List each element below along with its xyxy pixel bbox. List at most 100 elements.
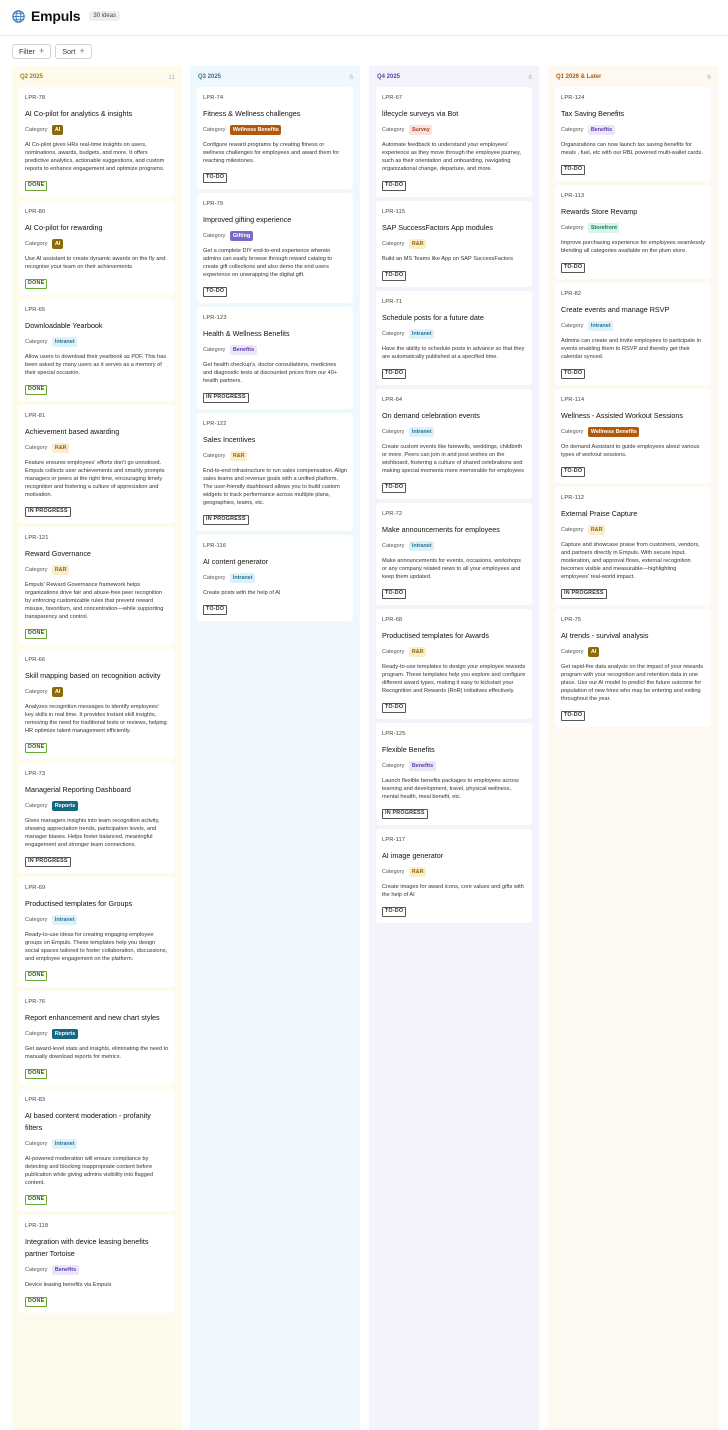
idea-card[interactable]: LPR-122 Sales Incentives Category R&R End-to…	[197, 413, 353, 531]
column-count: 11	[168, 73, 175, 81]
idea-card[interactable]: LPR-76 Report enhancement and new chart s…	[19, 991, 175, 1085]
card-description: Create custom events like farewells, wed…	[382, 444, 525, 474]
category-row: Category Intranet	[25, 915, 169, 925]
card-title: Report enhancement and new chart styles	[25, 1013, 160, 1022]
category-label: Category	[561, 429, 584, 435]
card-title: Fitness & Wellness challenges	[203, 109, 301, 118]
idea-card[interactable]: LPR-80 AI Co-pilot for rewarding Category A…	[19, 201, 175, 295]
board-column: Q3 2025 5 LPR-74 Fitness & Wellness challen…	[190, 66, 360, 1430]
idea-card[interactable]: LPR-79 Improved gifting experience Categor…	[197, 193, 353, 303]
idea-card[interactable]: LPR-81 Achievement based awarding Category…	[19, 405, 175, 523]
status-badge: TO-DO	[382, 270, 407, 281]
card-title: Rewards Store Revamp	[561, 207, 638, 216]
card-id: LPR-125	[382, 731, 406, 737]
idea-card[interactable]: LPR-66 Skill mapping based on recognition…	[19, 649, 175, 759]
idea-card[interactable]: LPR-115 SAP SuccessFactors App modules Cat…	[376, 201, 532, 287]
card-id: LPR-83	[25, 1097, 46, 1103]
column-count: 8	[528, 73, 532, 81]
idea-card[interactable]: LPR-114 Wellness - Assisted Workout Sessi…	[555, 389, 711, 483]
idea-card[interactable]: LPR-72 Make announcements for employees Ca…	[376, 503, 532, 605]
idea-card[interactable]: LPR-116 AI content generator Category Intra…	[197, 535, 353, 621]
idea-card[interactable]: LPR-67 lifecycle surveys via Bot Category S…	[376, 87, 532, 197]
card-title: External Praise Capture	[561, 509, 638, 518]
idea-card[interactable]: LPR-73 Managerial Reporting Dashboard Cate…	[19, 763, 175, 873]
category-row: Category Intranet	[25, 337, 169, 347]
category-label: Category	[382, 869, 405, 875]
idea-card[interactable]: LPR-112 External Praise Capture Category R&…	[555, 487, 711, 605]
app-header: Empuls 30 ideas	[12, 7, 121, 25]
card-id: LPR-117	[382, 837, 406, 843]
category-row: Category Intranet	[382, 329, 526, 339]
category-tag: Intranet	[52, 337, 78, 347]
card-title: AI Co-pilot for rewarding	[25, 223, 103, 232]
idea-card[interactable]: LPR-65 Downloadable Yearbook Category Intra…	[19, 299, 175, 401]
card-list: LPR-124 Tax Saving Benefits Category Benefi…	[555, 87, 711, 727]
card-description: AI-powered moderation will ensure compli…	[25, 1156, 154, 1186]
column-header[interactable]: Q4 2025 8	[369, 70, 539, 84]
idea-card[interactable]: LPR-75 AI trends - survival analysis Categ…	[555, 609, 711, 727]
status-badge: DONE	[25, 384, 48, 395]
category-label: Category	[25, 445, 48, 451]
idea-card[interactable]: LPR-69 Productised templates for Groups Ca…	[19, 877, 175, 987]
category-tag: Intranet	[588, 321, 614, 331]
category-row: Category Reports	[25, 1029, 169, 1039]
column-header[interactable]: Q3 2025 5	[190, 70, 360, 84]
category-label: Category	[382, 429, 405, 435]
category-label: Category	[203, 575, 226, 581]
column-count: 6	[707, 73, 711, 81]
card-title: lifecycle surveys via Bot	[382, 109, 459, 118]
status-badge: DONE	[25, 628, 48, 639]
idea-card[interactable]: LPR-125 Flexible Benefits Category Benefits…	[376, 723, 532, 825]
idea-card[interactable]: LPR-117 AI image generator Category R&R Crea…	[376, 829, 532, 923]
category-row: Category AI	[25, 239, 169, 249]
category-label: Category	[382, 241, 405, 247]
card-id: LPR-74	[203, 95, 224, 101]
card-id: LPR-80	[25, 209, 46, 215]
category-tag: Intranet	[52, 915, 78, 925]
card-id: LPR-78	[25, 95, 46, 101]
category-tag: R&R	[409, 647, 427, 657]
idea-card[interactable]: LPR-74 Fitness & Wellness challenges Categ…	[197, 87, 353, 189]
card-description: Configure reward programs by creating fi…	[203, 142, 340, 164]
category-row: Category Benefits	[561, 125, 705, 135]
card-description: Gives managers insights into team recogn…	[25, 818, 160, 848]
status-badge: TO-DO	[561, 262, 586, 273]
idea-card[interactable]: LPR-113 Rewards Store Revamp Category Store…	[555, 185, 711, 279]
status-badge: TO-DO	[382, 906, 407, 917]
card-title: Create events and manage RSVP	[561, 305, 670, 314]
category-label: Category	[382, 649, 405, 655]
column-header[interactable]: Q1 2026 & Later 6	[548, 70, 718, 84]
idea-card[interactable]: LPR-83 AI based content moderation - prof…	[19, 1089, 175, 1211]
card-id: LPR-64	[382, 397, 403, 403]
idea-card[interactable]: LPR-71 Schedule posts for a future date Ca…	[376, 291, 532, 385]
status-badge: IN PROGRESS	[25, 856, 71, 867]
idea-card[interactable]: LPR-118 Integration with device leasing b…	[19, 1215, 175, 1313]
status-badge: TO-DO	[382, 702, 407, 713]
globe-icon	[12, 9, 25, 23]
category-label: Category	[561, 127, 584, 133]
sort-button[interactable]: Sort +	[55, 44, 92, 59]
idea-card[interactable]: LPR-78 AI Co-pilot for analytics & insigh…	[19, 87, 175, 197]
status-badge: TO-DO	[561, 368, 586, 379]
filter-button[interactable]: Filter +	[12, 44, 52, 59]
card-list: LPR-67 lifecycle surveys via Bot Category S…	[376, 87, 532, 923]
idea-card[interactable]: LPR-82 Create events and manage RSVP Categ…	[555, 283, 711, 385]
category-row: Category Gifting	[203, 231, 347, 241]
card-title: Wellness - Assisted Workout Sessions	[561, 411, 683, 420]
category-row: Category Reports	[25, 801, 169, 811]
idea-card[interactable]: LPR-124 Tax Saving Benefits Category Benefi…	[555, 87, 711, 181]
category-row: Category Survey	[382, 125, 526, 135]
card-title: Managerial Reporting Dashboard	[25, 785, 131, 794]
status-badge: DONE	[25, 970, 48, 981]
category-row: Category Benefits	[203, 345, 347, 355]
category-tag: Storefront	[588, 223, 620, 233]
idea-card[interactable]: LPR-121 Reward Governance Category R&R Empul…	[19, 527, 175, 645]
card-title: Integration with device leasing benefits…	[25, 1237, 149, 1258]
column-header[interactable]: Q2 2025 11	[12, 70, 182, 84]
card-description: Launch flexible benefits packages to emp…	[382, 778, 519, 800]
idea-card[interactable]: LPR-68 Productised templates for Awards Ca…	[376, 609, 532, 719]
idea-card[interactable]: LPR-64 On demand celebration events Catego…	[376, 389, 532, 499]
card-title: AI Co-pilot for analytics & insights	[25, 109, 133, 118]
idea-card[interactable]: LPR-123 Health & Wellness Benefits Categor…	[197, 307, 353, 409]
category-row: Category R&R	[382, 647, 526, 657]
